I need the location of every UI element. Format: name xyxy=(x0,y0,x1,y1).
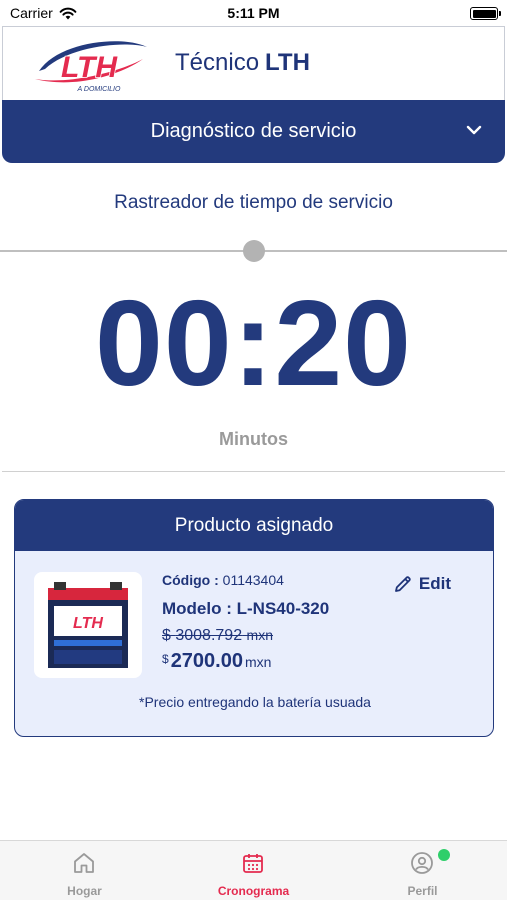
calendar-icon xyxy=(243,854,263,873)
tab-label: Cronograma xyxy=(217,884,290,898)
edit-label: Edit xyxy=(418,574,451,593)
notification-dot xyxy=(438,849,450,861)
tab-perfil[interactable]: Perfil xyxy=(338,841,507,900)
price-value: 2700.00 xyxy=(170,650,243,672)
tab-label: Hogar xyxy=(67,884,102,898)
price-unit: mxn xyxy=(244,654,272,670)
tracker-label: Rastreador de tiempo de servicio xyxy=(114,192,393,213)
battery-icon xyxy=(470,7,501,20)
tab-cronograma[interactable]: Cronograma xyxy=(169,841,338,900)
price-note: *Precio entregando la batería usuada xyxy=(139,694,371,710)
model-label: Modelo : xyxy=(162,599,232,618)
divider xyxy=(2,471,505,472)
tab-label: Perfil xyxy=(407,884,438,898)
old-price-value: 3008.792 xyxy=(175,627,243,644)
price-symbol: $ xyxy=(162,652,169,666)
code-label: Código : xyxy=(162,572,219,588)
banner-title: Diagnóstico de servicio xyxy=(150,120,357,142)
edit-product-button[interactable]: Edit xyxy=(393,574,451,594)
battery-product-image: LTH xyxy=(34,572,142,678)
status-bar: Carrier 5:11 PM xyxy=(0,0,507,26)
product-model: Modelo : L-NS40-320 xyxy=(162,599,329,619)
service-diagnosis-dropdown[interactable]: Diagnóstico de servicio xyxy=(2,100,505,163)
model-value: L-NS40-320 xyxy=(236,599,330,618)
discount-price: $2700.00 mxn xyxy=(162,650,271,673)
original-price: $ 3008.792 mxn xyxy=(162,627,273,645)
tab-hogar[interactable]: Hogar xyxy=(0,841,169,900)
product-code: Código : 01143404 xyxy=(162,572,284,588)
old-price-unit: mxn xyxy=(246,627,273,643)
timer-unit-label: Minutos xyxy=(219,429,288,449)
timer-display: 00:20 xyxy=(94,275,413,411)
status-time: 5:11 PM xyxy=(227,5,280,21)
page-title: Técnico LTH xyxy=(175,49,310,77)
code-value: 01143404 xyxy=(222,572,284,588)
home-icon xyxy=(74,853,94,873)
old-price-symbol: $ xyxy=(162,627,171,644)
chevron-down-icon[interactable] xyxy=(465,121,483,139)
svg-text:LTH: LTH xyxy=(61,51,118,84)
assigned-product-card: Producto asignado LTH Código : 01143404 … xyxy=(14,499,494,737)
profile-icon xyxy=(411,852,433,874)
card-header: Producto asignado xyxy=(15,500,493,551)
card-title: Producto asignado xyxy=(174,514,334,536)
pencil-icon xyxy=(394,576,411,592)
lth-logo: LTH A DOMICILIO xyxy=(35,41,147,93)
title-brand: LTH xyxy=(265,49,310,76)
battery-illustration: LTH xyxy=(48,582,128,668)
battery-brand-text: LTH xyxy=(73,615,103,632)
app-header: LTH A DOMICILIO Técnico LTH xyxy=(2,26,505,100)
svg-text:A DOMICILIO: A DOMICILIO xyxy=(77,86,121,93)
bottom-tab-bar: Hogar Cronograma Perfil xyxy=(0,840,507,900)
title-prefix: Técnico xyxy=(175,49,260,76)
time-slider-thumb[interactable] xyxy=(242,240,265,262)
